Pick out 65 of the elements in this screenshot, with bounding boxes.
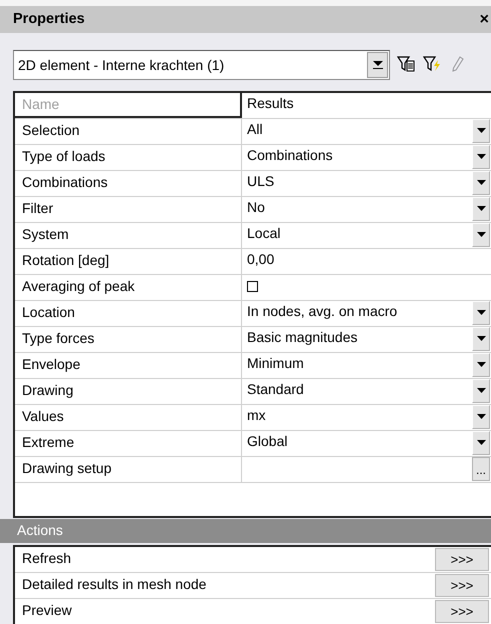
caret-icon <box>476 310 486 316</box>
dropdown-button[interactable] <box>472 223 490 247</box>
property-label: Drawing setup <box>15 457 242 482</box>
property-label: Filter <box>15 197 242 222</box>
caret-icon <box>476 440 486 446</box>
caret-icon <box>476 414 486 420</box>
filter-table-icon[interactable] <box>397 55 415 73</box>
property-value: Standard <box>247 380 305 399</box>
property-value: Minimum <box>247 354 305 373</box>
property-value: mx <box>247 406 267 425</box>
property-label: Rotation [deg] <box>15 249 242 274</box>
caret-icon <box>476 362 486 368</box>
run-action-button[interactable]: >>> <box>435 548 489 571</box>
caret-icon <box>476 206 486 212</box>
action-label: Refresh <box>21 549 72 568</box>
panel-title: Properties <box>13 10 85 29</box>
caret-icon <box>476 128 486 134</box>
property-value: In nodes, avg. on macro <box>247 302 398 321</box>
property-label: System <box>15 223 242 248</box>
run-action-button[interactable]: >>> <box>435 574 489 597</box>
grid-header-name: Name <box>15 93 242 118</box>
property-label: Type of loads <box>15 145 242 170</box>
dropdown-button[interactable] <box>472 119 490 143</box>
property-value: All <box>247 120 264 139</box>
dropdown-button[interactable] <box>472 405 490 429</box>
caret-icon <box>476 180 486 186</box>
section-header: Actions <box>0 519 491 543</box>
property-label: Averaging of peak <box>15 275 242 300</box>
dropdown-button[interactable] <box>472 145 490 169</box>
property-value: Basic magnitudes <box>247 328 359 347</box>
property-label: Extreme <box>15 431 242 456</box>
caret-icon <box>476 154 486 160</box>
dropdown-button[interactable] <box>472 353 490 377</box>
property-value: ULS <box>247 172 276 191</box>
dropdown-button[interactable] <box>472 197 490 221</box>
dropdown-button[interactable] <box>472 171 490 195</box>
checkbox[interactable] <box>247 281 258 292</box>
property-label: Selection <box>15 119 242 144</box>
caret-icon <box>372 61 382 69</box>
object-selector[interactable]: 2D element - Interne krachten (1) <box>13 50 390 80</box>
property-value: 0,00 <box>247 250 276 269</box>
property-value: Global <box>247 432 288 451</box>
property-label: Values <box>15 405 242 430</box>
property-label: Drawing <box>15 379 242 404</box>
dropdown-button[interactable] <box>472 379 490 403</box>
dropdown-button[interactable] <box>472 301 490 325</box>
dropdown-button[interactable] <box>472 327 490 351</box>
caret-icon <box>476 388 486 394</box>
ellipsis-button[interactable]: ... <box>472 457 490 481</box>
dropdown-button[interactable] <box>472 431 490 455</box>
property-value: No <box>247 198 266 217</box>
action-label: Preview <box>21 601 72 620</box>
caret-icon <box>476 336 486 342</box>
property-label: Location <box>15 301 242 326</box>
filter-lightning-icon[interactable] <box>423 55 441 73</box>
property-label: Envelope <box>15 353 242 378</box>
close-button[interactable]: × <box>478 12 491 28</box>
caret-icon <box>476 232 486 238</box>
grid-header-value: Results <box>247 94 295 113</box>
property-label: Type forces <box>15 327 242 352</box>
property-value: Combinations <box>247 146 334 165</box>
action-label: Detailed results in mesh node <box>21 575 206 594</box>
property-value: Local <box>247 224 282 243</box>
property-label: Combinations <box>15 171 242 196</box>
run-action-button[interactable]: >>> <box>435 600 489 623</box>
